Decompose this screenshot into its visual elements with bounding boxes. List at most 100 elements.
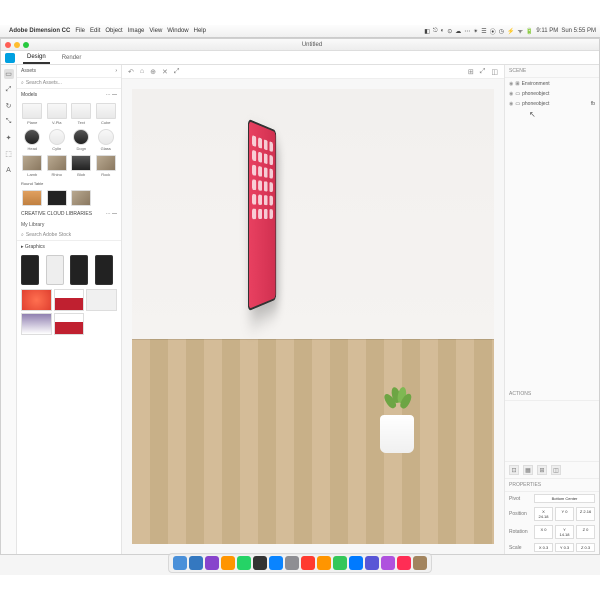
sampler-tool[interactable]: ⬚: [4, 149, 14, 159]
asset-vplane[interactable]: V-Pla: [46, 103, 69, 125]
action-btn[interactable]: ⊞: [537, 465, 547, 475]
phone-object[interactable]: [248, 119, 276, 312]
rot-y[interactable]: Y 14.18: [555, 525, 574, 539]
move-tool[interactable]: ⤢: [4, 85, 14, 95]
tab-design[interactable]: Design: [23, 52, 50, 64]
asset-text[interactable]: Text: [70, 103, 93, 125]
app-logo-icon[interactable]: [5, 53, 15, 63]
dock-app-icon[interactable]: [333, 556, 347, 570]
undo-icon[interactable]: ↶: [128, 68, 134, 76]
graphic-phone[interactable]: [70, 255, 88, 285]
search-stock[interactable]: ⌕ Search Adobe Stock: [17, 230, 121, 241]
asset-glass[interactable]: Glass: [95, 129, 118, 151]
status-icon[interactable]: ◷: [499, 28, 504, 35]
dock-app-icon[interactable]: [301, 556, 315, 570]
scale-x[interactable]: X 0.3: [534, 543, 553, 552]
section-models[interactable]: Models⋯ —: [17, 89, 121, 101]
graphic-thumb[interactable]: [21, 289, 52, 311]
graphic-thumb[interactable]: [86, 289, 117, 311]
status-icon[interactable]: ✴: [473, 28, 478, 35]
add-icon[interactable]: ⊕: [150, 68, 156, 76]
action-btn[interactable]: ◫: [551, 465, 561, 475]
status-icon[interactable]: ⊙: [447, 28, 452, 35]
grid-icon[interactable]: ⊞: [468, 68, 474, 76]
graphic-phone[interactable]: [21, 255, 39, 285]
status-icon[interactable]: ◧: [424, 28, 430, 35]
dock-app-icon[interactable]: [349, 556, 363, 570]
scale-tool[interactable]: ⤡: [4, 117, 14, 127]
scene-phone1[interactable]: ◉▭phoneobject: [509, 90, 595, 98]
text-tool[interactable]: A: [4, 165, 14, 175]
dock-app-icon[interactable]: [269, 556, 283, 570]
asset-head[interactable]: Head: [21, 129, 44, 151]
battery-icon[interactable]: 🔋: [526, 28, 533, 35]
chevron-icon[interactable]: ›: [115, 68, 117, 74]
dock-app-icon[interactable]: [413, 556, 427, 570]
dock-app-icon[interactable]: [221, 556, 235, 570]
dock-app-icon[interactable]: [173, 556, 187, 570]
split-icon[interactable]: ◫: [491, 68, 498, 76]
scene-env[interactable]: ◉⊞Environment: [509, 80, 595, 88]
graphic-phone[interactable]: [95, 255, 113, 285]
wifi-icon[interactable]: ᯤ: [517, 27, 522, 35]
menu-edit[interactable]: Edit: [90, 28, 100, 34]
asset-round-table[interactable]: Round Table: [17, 179, 121, 188]
eye-icon[interactable]: ◉: [509, 101, 513, 107]
battery-icon[interactable]: ⚡: [507, 28, 514, 35]
dock-app-icon[interactable]: [205, 556, 219, 570]
status-icon[interactable]: ☁: [455, 28, 461, 35]
status-icon[interactable]: ☰: [481, 28, 486, 35]
dock-app-icon[interactable]: [189, 556, 203, 570]
status-icon[interactable]: ⋯: [464, 28, 470, 35]
viewport[interactable]: [122, 79, 504, 554]
section-graphics[interactable]: ▸ Graphics: [17, 241, 121, 253]
rot-z[interactable]: Z 0: [576, 525, 595, 539]
section-cc-libs[interactable]: CREATIVE CLOUD LIBRARIES⋯ —: [17, 208, 121, 220]
graphic-thumb[interactable]: [21, 313, 52, 335]
app-name[interactable]: Adobe Dimension CC: [9, 28, 70, 34]
scale-z[interactable]: Z 0.3: [576, 543, 595, 552]
asset-image[interactable]: [70, 190, 93, 206]
tab-render[interactable]: Render: [58, 53, 86, 63]
asset-cube[interactable]: Cube: [95, 103, 118, 125]
rot-x[interactable]: X 0: [534, 525, 553, 539]
action-btn[interactable]: ⊡: [509, 465, 519, 475]
graphic-thumb[interactable]: [54, 289, 85, 311]
rotate-tool[interactable]: ↻: [4, 101, 14, 111]
menu-file[interactable]: File: [75, 28, 85, 34]
graphic-thumb[interactable]: [54, 313, 85, 335]
home-icon[interactable]: ⌂: [140, 68, 144, 75]
menu-help[interactable]: Help: [194, 28, 206, 34]
pan-icon[interactable]: ⤢: [174, 68, 180, 76]
asset-blob[interactable]: Blob: [70, 155, 93, 177]
menu-image[interactable]: Image: [128, 28, 145, 34]
asset-donut[interactable]: Dogn: [70, 129, 93, 151]
dock-app-icon[interactable]: [285, 556, 299, 570]
scene-phone2[interactable]: ◉▭phoneobjectfb: [509, 100, 595, 108]
dock-app-icon[interactable]: [397, 556, 411, 570]
graphic-phone[interactable]: [46, 255, 64, 285]
date[interactable]: Sun 5:55 PM: [561, 28, 596, 34]
close-button[interactable]: [5, 42, 11, 48]
menu-object[interactable]: Object: [105, 28, 122, 34]
status-icon[interactable]: ◐: [441, 28, 445, 34]
asset-rock[interactable]: Rock: [95, 155, 118, 177]
pos-z[interactable]: Z 2.16: [576, 507, 595, 521]
status-icon[interactable]: ⦿: [490, 27, 496, 36]
dock-app-icon[interactable]: [381, 556, 395, 570]
pos-y[interactable]: Y 0: [555, 507, 574, 521]
dock-app-icon[interactable]: [253, 556, 267, 570]
asset-cylinder[interactable]: Cylin: [46, 129, 69, 151]
scale-y[interactable]: Y 0.3: [555, 543, 574, 552]
clock[interactable]: 9:11 PM: [536, 28, 558, 34]
asset-image[interactable]: [46, 190, 69, 206]
pos-x[interactable]: X 24.18: [534, 507, 553, 521]
dock-app-icon[interactable]: [365, 556, 379, 570]
minimize-button[interactable]: [14, 42, 20, 48]
pivot-select[interactable]: Bottom Center: [534, 494, 595, 503]
asset-plane[interactable]: Plane: [21, 103, 44, 125]
expand-icon[interactable]: ⤢: [480, 68, 486, 76]
magic-tool[interactable]: ✦: [4, 133, 14, 143]
eye-icon[interactable]: ◉: [509, 91, 513, 97]
snap-icon[interactable]: ✕: [162, 68, 168, 76]
